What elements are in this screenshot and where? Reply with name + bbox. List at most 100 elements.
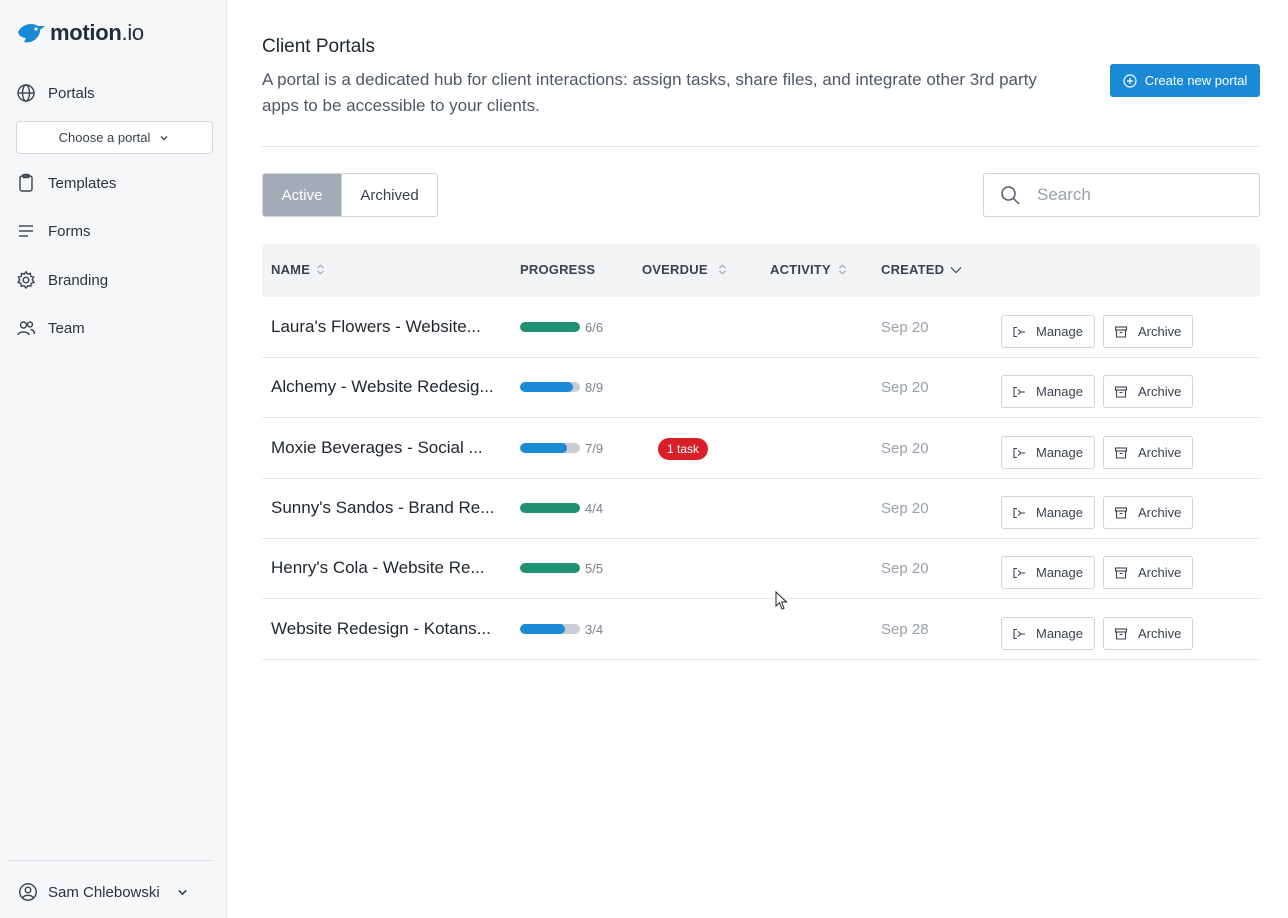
archive-label: Archive <box>1138 505 1182 520</box>
sidebar-item-label: Forms <box>48 222 91 240</box>
sign-in-icon <box>1013 326 1025 337</box>
clipboard-icon <box>19 173 33 192</box>
tab-active[interactable]: Active <box>263 174 341 216</box>
sidebar-divider <box>7 860 213 861</box>
logo-text: motion.io <box>50 20 144 45</box>
table-row[interactable]: Website Redesign - Kotans... 3/4 Sep 28 Man… <box>262 600 1260 660</box>
globe-icon <box>17 84 35 102</box>
overdue-badge: 1 task <box>658 438 709 460</box>
create-portal-label: Create new portal <box>1144 73 1248 88</box>
lines-icon <box>19 225 33 237</box>
manage-button[interactable]: Manage <box>1001 436 1095 469</box>
archive-label: Archive <box>1138 445 1182 460</box>
table-row[interactable]: Alchemy - Website Redesig... 8/9 Sep 20 Man… <box>262 358 1260 418</box>
logo[interactable]: motion.io <box>16 18 144 48</box>
archive-label: Archive <box>1138 565 1182 580</box>
sidebar-item-label: Branding <box>48 271 109 289</box>
table-row[interactable]: Henry's Cola - Website Re... 5/5 Sep 20 Man… <box>262 539 1260 599</box>
column-activity[interactable]: ACTIVITY <box>770 262 847 277</box>
archive-box-icon <box>1114 506 1128 519</box>
manage-button[interactable]: Manage <box>1001 617 1095 650</box>
portal-name[interactable]: Laura's Flowers - Website... <box>271 317 481 337</box>
created-date: Sep 20 <box>881 379 929 396</box>
user-menu[interactable]: Sam Chlebowski <box>18 882 189 902</box>
manage-button[interactable]: Manage <box>1001 315 1095 348</box>
table-row[interactable]: Moxie Beverages - Social ... 7/9 1 task Sep… <box>262 419 1260 479</box>
page-description: A portal is a dedicated hub for client i… <box>262 70 1037 115</box>
manage-label: Manage <box>1036 445 1083 460</box>
search-icon <box>1001 185 1020 205</box>
sidebar-item-forms[interactable]: Forms <box>16 221 91 241</box>
progress-fill <box>520 443 567 453</box>
column-progress: PROGRESS <box>520 262 596 277</box>
search-box[interactable] <box>983 173 1260 217</box>
created-date: Sep 20 <box>881 500 929 517</box>
sidebar-item-team[interactable]: Team <box>16 318 85 338</box>
sort-down-icon <box>950 266 962 273</box>
portal-name[interactable]: Sunny's Sandos - Brand Re... <box>271 498 494 518</box>
sidebar-item-portals[interactable]: Portals <box>16 83 95 103</box>
progress-fill <box>520 322 580 332</box>
sort-icon <box>317 264 324 275</box>
progress-fill <box>520 382 574 392</box>
progress-label: 8/9 <box>585 380 604 395</box>
portal-name[interactable]: Moxie Beverages - Social ... <box>271 438 483 458</box>
table-row[interactable]: Laura's Flowers - Website... 6/6 Sep 20 Man… <box>262 298 1260 358</box>
created-date: Sep 20 <box>881 319 929 336</box>
sidebar-item-label: Templates <box>48 174 117 192</box>
sign-in-icon <box>1013 386 1025 397</box>
archive-box-icon <box>1114 627 1128 640</box>
status-toggle: Active Archived <box>262 173 438 217</box>
sort-icon <box>838 264 846 275</box>
sidebar-item-label: Team <box>48 319 85 337</box>
user-name: Sam Chlebowski <box>48 883 160 901</box>
archive-box-icon <box>1114 385 1128 398</box>
progress-bar <box>520 322 580 332</box>
archive-button[interactable]: Archive <box>1103 617 1193 650</box>
sidebar-item-label: Portals <box>48 84 95 102</box>
archive-button[interactable]: Archive <box>1103 436 1193 469</box>
archive-label: Archive <box>1138 626 1182 641</box>
created-date: Sep 28 <box>881 621 929 638</box>
archive-button[interactable]: Archive <box>1103 496 1193 529</box>
progress-label: 7/9 <box>585 441 604 456</box>
header-divider <box>262 146 1260 147</box>
search-input[interactable] <box>1037 185 1237 205</box>
archive-button[interactable]: Archive <box>1103 315 1193 348</box>
create-portal-button[interactable]: Create new portal <box>1110 64 1260 97</box>
page-title: Client Portals <box>262 36 375 57</box>
archive-button[interactable]: Archive <box>1103 375 1193 408</box>
bird-logo-icon <box>18 24 45 43</box>
created-date: Sep 20 <box>881 560 929 577</box>
progress-bar <box>520 503 580 513</box>
portal-select-label: Choose a portal <box>58 130 151 145</box>
plus-circle-icon <box>1123 73 1137 88</box>
tab-archived[interactable]: Archived <box>341 174 437 216</box>
progress-bar <box>520 624 580 634</box>
archive-label: Archive <box>1138 324 1182 339</box>
column-created[interactable]: CREATED <box>881 262 962 277</box>
sign-in-icon <box>1013 567 1025 578</box>
mouse-cursor-icon <box>775 591 788 610</box>
progress-fill <box>520 624 565 634</box>
manage-button[interactable]: Manage <box>1001 375 1095 408</box>
portal-name[interactable]: Alchemy - Website Redesig... <box>271 377 494 397</box>
table-row[interactable]: Sunny's Sandos - Brand Re... 4/4 Sep 20 Man… <box>262 479 1260 539</box>
archive-box-icon <box>1114 566 1128 579</box>
manage-label: Manage <box>1036 324 1083 339</box>
archive-box-icon <box>1114 446 1128 459</box>
sort-icon <box>718 264 726 275</box>
portal-select[interactable]: Choose a portal <box>16 121 213 154</box>
sidebar-item-branding[interactable]: Branding <box>16 270 108 290</box>
portal-name[interactable]: Henry's Cola - Website Re... <box>271 558 485 578</box>
progress-bar <box>520 382 580 392</box>
portal-name[interactable]: Website Redesign - Kotans... <box>271 619 491 639</box>
archive-button[interactable]: Archive <box>1103 556 1193 589</box>
manage-button[interactable]: Manage <box>1001 556 1095 589</box>
sidebar: motion.io Portals Choose a portal Templa… <box>0 0 227 918</box>
column-name[interactable]: NAME <box>271 262 325 277</box>
manage-button[interactable]: Manage <box>1001 496 1095 529</box>
progress-label: 5/5 <box>585 561 604 576</box>
column-overdue[interactable]: OVERDUE <box>642 262 727 277</box>
sidebar-item-templates[interactable]: Templates <box>16 173 116 193</box>
